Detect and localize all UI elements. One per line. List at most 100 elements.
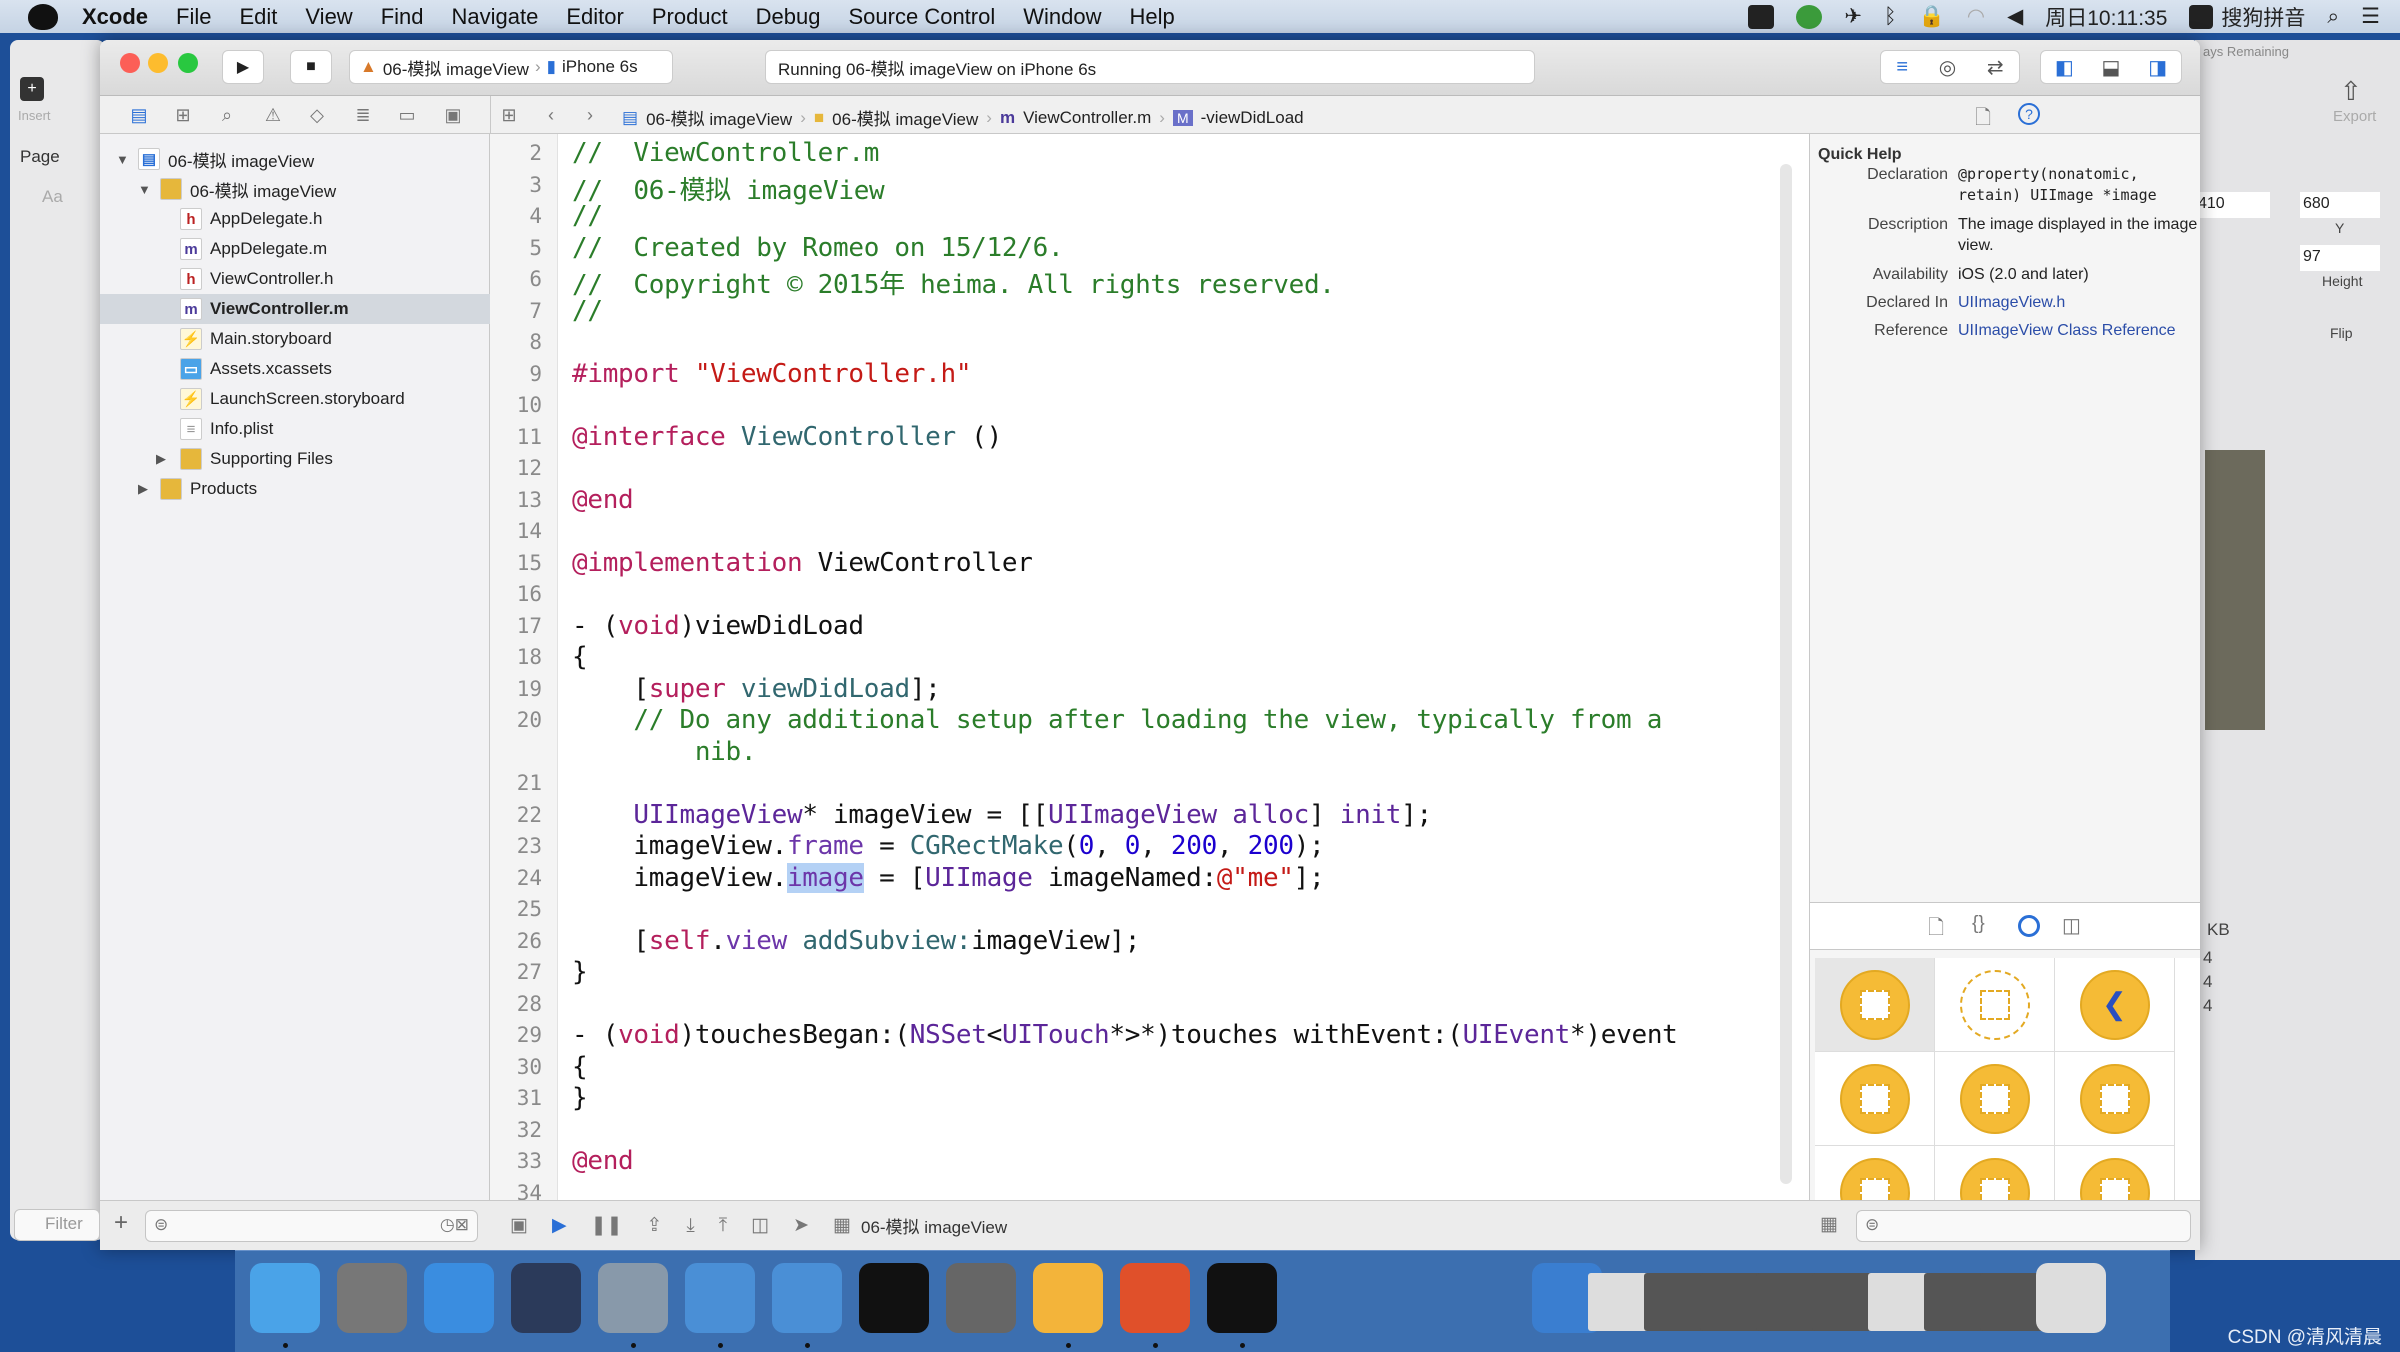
navigator-item[interactable]: ▼ ▤ 06-模拟 imageView <box>100 144 490 174</box>
menu-app[interactable]: Xcode <box>68 4 162 30</box>
test-navigator-icon[interactable]: ◇ <box>306 104 328 126</box>
step-over-icon[interactable]: ⇪ <box>646 1214 662 1237</box>
forward-icon[interactable]: › <box>579 104 601 126</box>
navigator-filter-field[interactable]: ⊜ ◷⊠ <box>145 1210 478 1242</box>
object-library-icon[interactable] <box>2018 915 2040 937</box>
dock-terminal-icon[interactable] <box>859 1263 929 1333</box>
add-icon[interactable]: + <box>114 1209 128 1237</box>
navigator-item[interactable]: h AppDelegate.h <box>100 204 490 234</box>
dock-finder-icon[interactable] <box>250 1263 320 1333</box>
apple-icon[interactable] <box>28 3 58 30</box>
hide-debug-area-icon[interactable]: ▣ <box>510 1214 528 1237</box>
disclosure-open-icon[interactable]: ▼ <box>138 182 151 197</box>
code-line[interactable]: // <box>572 296 603 326</box>
library-item[interactable] <box>2055 1052 2175 1146</box>
navigator-item[interactable]: ▼ 06-模拟 imageView <box>100 174 490 204</box>
menu-edit[interactable]: Edit <box>225 4 291 30</box>
utilities-toggle-icon[interactable]: ◨ <box>2148 55 2167 80</box>
menu-source-control[interactable]: Source Control <box>835 4 1010 30</box>
code-line[interactable]: // Created by Romeo on 15/12/6. <box>572 233 1064 263</box>
library-item[interactable] <box>1815 1052 1935 1146</box>
zoom-button[interactable] <box>178 53 198 73</box>
bluetooth-icon[interactable]: ᛒ <box>1884 5 1897 29</box>
lock-icon[interactable]: 🔒 <box>1919 5 1945 29</box>
vertical-scrollbar[interactable] <box>1780 164 1792 1184</box>
view-debugger-icon[interactable]: ◫ <box>751 1214 769 1237</box>
dock-mouse-icon[interactable] <box>511 1263 581 1333</box>
step-into-icon[interactable]: ⤓ <box>686 1215 694 1237</box>
scheme-selector[interactable]: ▲ 06-模拟 imageView › ▮ iPhone 6s <box>349 50 673 84</box>
notification-center-icon[interactable]: ☰ <box>2361 4 2380 29</box>
screen-record-icon[interactable] <box>1748 4 1775 29</box>
assistant-editor-icon[interactable]: ◎ <box>1939 55 1956 80</box>
report-navigator-icon[interactable]: ▣ <box>442 104 464 126</box>
code-line[interactable]: // Do any additional setup after loading… <box>572 705 1662 735</box>
close-button[interactable] <box>120 53 140 73</box>
input-method[interactable]: 搜狗拼音 <box>2221 2 2305 32</box>
code-line[interactable]: #import "ViewController.h" <box>572 359 972 389</box>
library-item[interactable] <box>1935 1146 2055 1200</box>
code-line[interactable]: UIImageView* imageView = [[UIImageView a… <box>572 800 1432 830</box>
sogou-icon[interactable] <box>2189 4 2214 29</box>
code-line[interactable]: // ViewController.m <box>572 138 879 168</box>
library-item[interactable]: ❮ <box>2055 958 2175 1052</box>
step-out-icon[interactable]: ⤒ <box>719 1215 727 1237</box>
menu-navigate[interactable]: Navigate <box>438 4 553 30</box>
insert-icon[interactable]: + <box>20 77 44 101</box>
dock-photo-booth-icon[interactable] <box>598 1263 668 1333</box>
issue-navigator-icon[interactable]: ⚠ <box>262 104 284 126</box>
volume-icon[interactable]: ◀ <box>2007 4 2023 29</box>
disclosure-open-icon[interactable]: ▼ <box>116 152 129 167</box>
height-field[interactable]: 97 <box>2300 245 2380 271</box>
library-item[interactable] <box>1815 958 1935 1052</box>
breadcrumb-file[interactable]: ViewController.m <box>1023 108 1151 128</box>
media-library-icon[interactable]: ◫ <box>2062 913 2081 938</box>
code-line[interactable]: // <box>572 201 603 231</box>
dock-console-icon[interactable] <box>1207 1263 1277 1333</box>
clock[interactable]: 周日10:11:35 <box>2045 2 2167 32</box>
symbol-navigator-icon[interactable]: ⊞ <box>172 104 194 126</box>
navigator-item[interactable]: ▶ Products <box>100 474 490 504</box>
quick-help-icon[interactable]: ? <box>2018 103 2040 125</box>
file-template-icon[interactable]: 🗋 <box>1928 913 1944 947</box>
library-item[interactable] <box>1935 1052 2055 1146</box>
navigator-item[interactable]: m ViewController.m <box>100 294 490 324</box>
dock-powerpoint-icon[interactable] <box>1120 1263 1190 1333</box>
breadcrumb-method[interactable]: -viewDidLoad <box>1201 108 1304 128</box>
debug-toggle-icon[interactable]: ⬓ <box>2102 55 2121 80</box>
code-line[interactable]: - (void)touchesBegan:(NSSet<UITouch*>*)t… <box>572 1020 1678 1050</box>
run-button[interactable]: ▶ <box>222 50 264 84</box>
dock-launchpad-icon[interactable] <box>337 1263 407 1333</box>
debug-target[interactable]: 06-模拟 imageView <box>861 1213 1007 1238</box>
dock-system-preferences-icon[interactable] <box>946 1263 1016 1333</box>
quick-help-value[interactable]: UIImageView Class Reference <box>1958 320 2198 341</box>
code-line[interactable]: [super viewDidLoad]; <box>572 674 940 704</box>
airplane-icon[interactable]: ✈ <box>1844 4 1862 29</box>
quick-help-value[interactable]: UIImageView.h <box>1958 292 2198 313</box>
source-editor[interactable]: 2 3 4 5 6 7 8 9 10 11 12 13 14 15 16 17 18 19 20 21 22 23 24 25… <box>490 134 1810 1205</box>
library-item[interactable] <box>2055 1146 2175 1200</box>
location-icon[interactable]: ➤ <box>793 1214 809 1237</box>
standard-editor-icon[interactable]: ≡ <box>1896 56 1908 79</box>
code-line[interactable]: @implementation ViewController <box>572 548 1033 578</box>
stop-button[interactable]: ■ <box>290 50 332 84</box>
code-line[interactable]: imageView.image = [UIImage imageNamed:@"… <box>572 862 1325 893</box>
minimize-button[interactable] <box>148 53 168 73</box>
debug-navigator-icon[interactable]: ≣ <box>352 104 374 126</box>
code-line[interactable]: - (void)viewDidLoad <box>572 611 864 641</box>
x-field[interactable]: 410 <box>2195 192 2270 218</box>
back-icon[interactable]: ‹ <box>540 104 562 126</box>
breakpoint-navigator-icon[interactable]: ▭ <box>396 104 418 126</box>
breakpoints-toggle-icon[interactable]: ▶ <box>552 1214 567 1237</box>
code-line[interactable]: imageView.frame = CGRectMake(0, 0, 200, … <box>572 831 1324 861</box>
library-item[interactable] <box>1815 1146 1935 1200</box>
navigator-item[interactable]: m AppDelegate.m <box>100 234 490 264</box>
code-line[interactable]: { <box>572 1052 588 1082</box>
menu-editor[interactable]: Editor <box>552 4 637 30</box>
code-snippet-icon[interactable]: {} <box>1972 913 1985 935</box>
menu-view[interactable]: View <box>291 4 366 30</box>
version-editor-icon[interactable]: ⇄ <box>1987 55 2004 80</box>
dock-sketch-icon[interactable] <box>1033 1263 1103 1333</box>
code-line[interactable]: } <box>572 957 588 987</box>
grid-view-icon[interactable]: ▦ <box>1820 1213 1838 1236</box>
